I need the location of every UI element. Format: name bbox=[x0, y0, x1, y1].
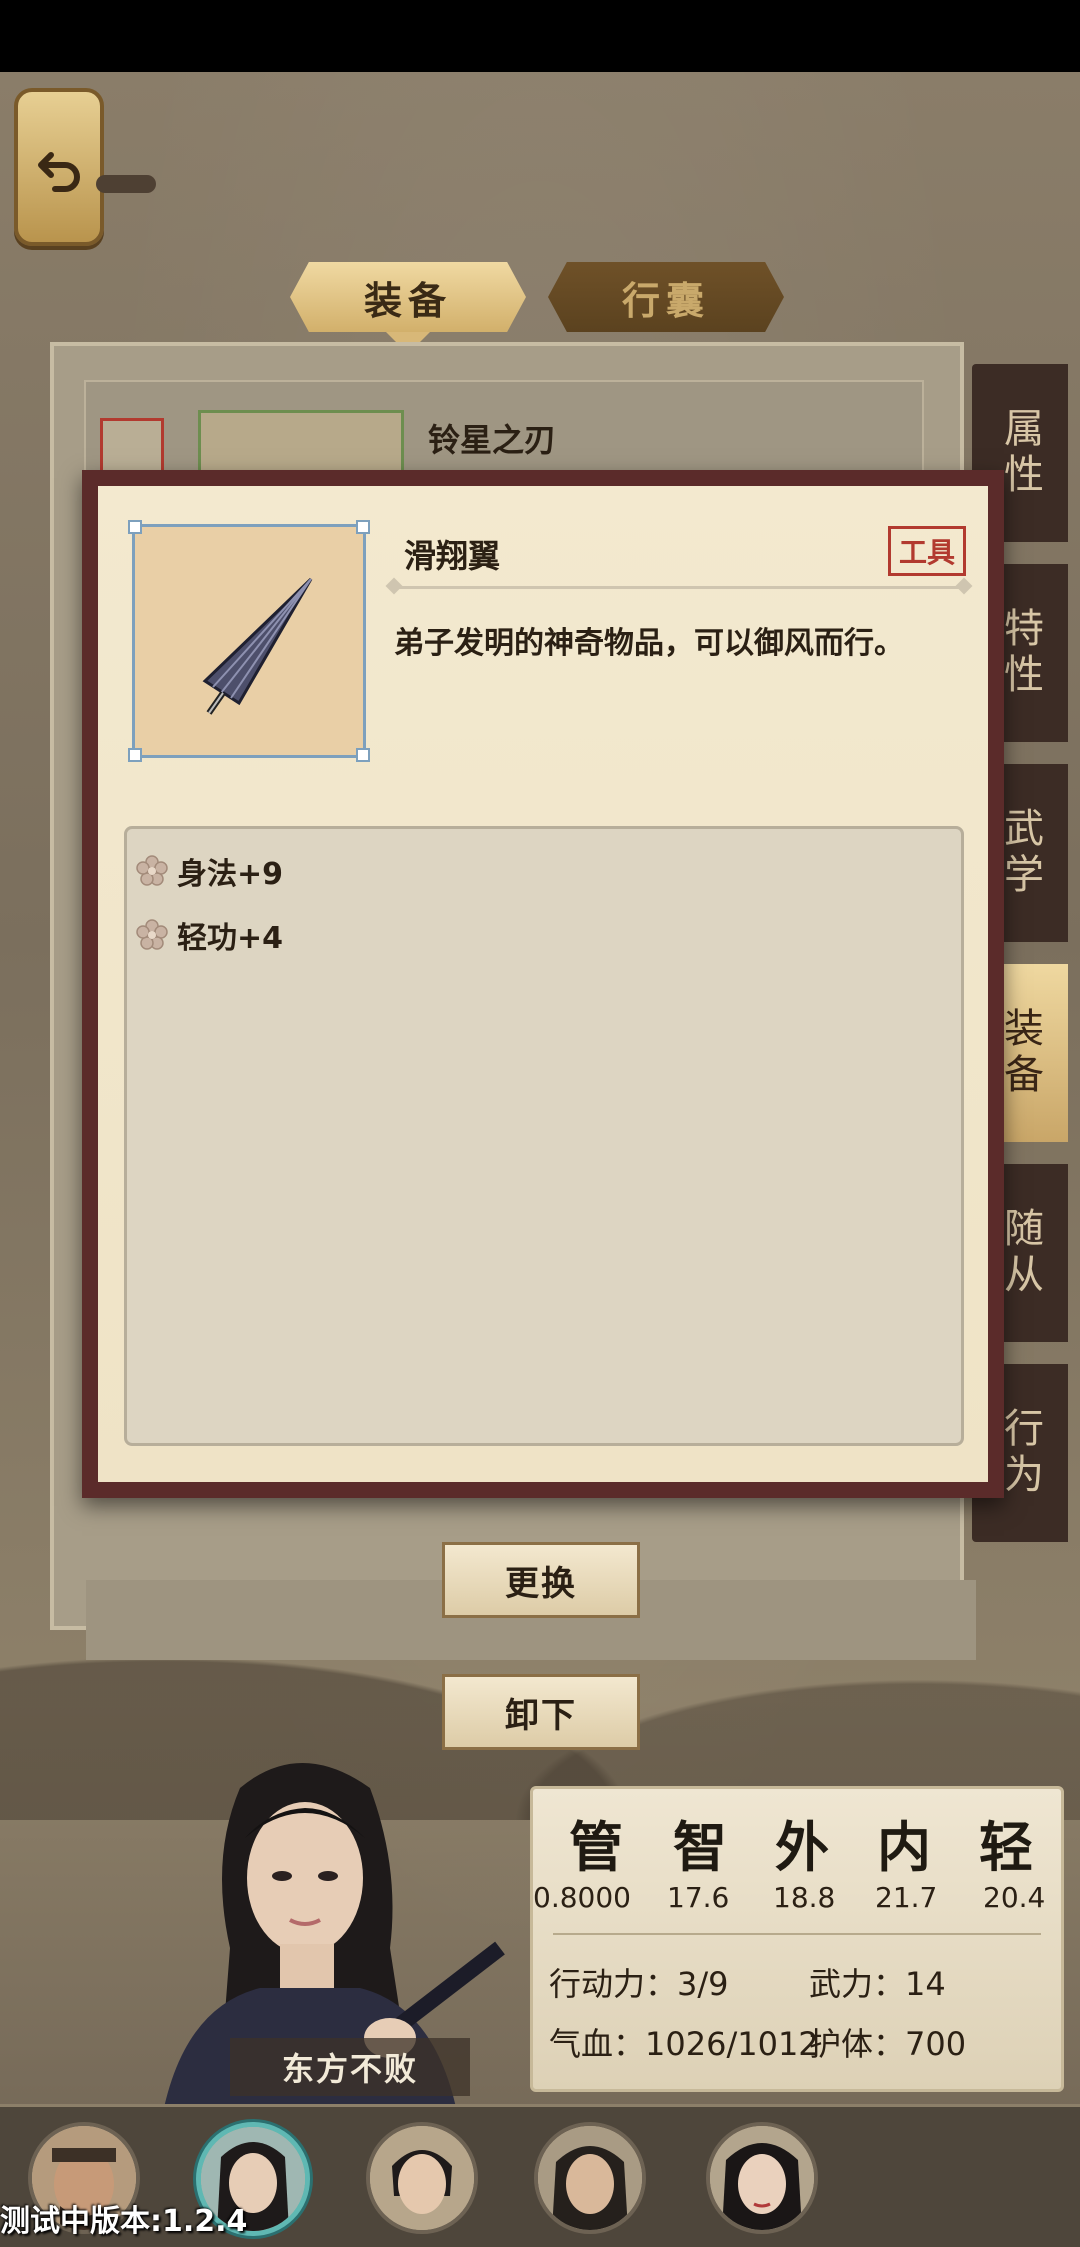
version-label: 测试中版本:1.2.4 bbox=[0, 2204, 248, 2239]
stat-value: 0.8000 bbox=[533, 1881, 631, 1914]
back-arrow-icon bbox=[38, 152, 80, 192]
back-button-bar bbox=[96, 175, 156, 193]
replace-button[interactable]: 更换 bbox=[442, 1542, 640, 1618]
equipped-item-name: 铃星之刃 bbox=[428, 421, 557, 459]
item-detail-content: 滑翔翼 工具 弟子发明的神奇物品，可以御风而行。 身法+9 轻功+4 bbox=[98, 486, 988, 1482]
stat-header: 管 bbox=[569, 1815, 623, 1879]
item-detail-popup: 滑翔翼 工具 弟子发明的神奇物品，可以御风而行。 身法+9 轻功+4 bbox=[82, 470, 1004, 1498]
item-icon-frame bbox=[128, 520, 370, 762]
character-stats-panel: 管 智 外 内 轻 0.8000 17.6 18.8 21.7 20.4 行动力… bbox=[530, 1786, 1064, 2092]
character-avatar[interactable] bbox=[706, 2122, 818, 2234]
attribute-text: 身法+9 bbox=[177, 857, 284, 892]
stat-value: 20.4 bbox=[983, 1881, 1046, 1914]
avatar-icon bbox=[370, 2126, 474, 2230]
flower-icon bbox=[136, 855, 168, 886]
hp-stat: 气血：1026/1012 bbox=[549, 2025, 819, 2063]
shield-stat: 护体：700 bbox=[809, 2025, 967, 2063]
character-avatar[interactable] bbox=[366, 2122, 478, 2234]
force-stat: 武力：14 bbox=[809, 1965, 946, 2003]
title-divider bbox=[394, 586, 964, 589]
item-title: 滑翔翼 bbox=[404, 537, 501, 575]
stat-header: 内 bbox=[877, 1815, 931, 1879]
attribute-text: 轻功+4 bbox=[177, 921, 284, 956]
stat-value: 17.6 bbox=[667, 1881, 730, 1914]
attribute-item: 轻功+4 bbox=[135, 913, 283, 957]
item-type-badge: 工具 bbox=[887, 526, 966, 576]
item-description: 弟子发明的神奇物品，可以御风而行。 bbox=[394, 626, 904, 661]
stats-divider bbox=[553, 1933, 1041, 1935]
item-attribute-list: 身法+9 轻功+4 bbox=[124, 826, 964, 1446]
flower-icon bbox=[136, 919, 168, 950]
unequip-button[interactable]: 卸下 bbox=[442, 1674, 640, 1750]
tab-bag[interactable]: 行囊 bbox=[548, 262, 784, 332]
avatar-icon bbox=[538, 2126, 642, 2230]
back-button[interactable] bbox=[14, 88, 104, 246]
character-name: 东方不败 bbox=[230, 2038, 470, 2096]
action-points: 行动力：3/9 bbox=[549, 1965, 729, 2003]
character-avatar[interactable] bbox=[534, 2122, 646, 2234]
stat-value: 18.8 bbox=[773, 1881, 836, 1914]
tab-equipment[interactable]: 装备 bbox=[290, 262, 526, 332]
avatar-icon bbox=[710, 2126, 814, 2230]
attribute-item: 身法+9 bbox=[135, 849, 283, 893]
stat-header: 外 bbox=[775, 1815, 829, 1879]
stat-value: 21.7 bbox=[875, 1881, 938, 1914]
stat-header: 智 bbox=[673, 1815, 727, 1879]
status-bar bbox=[0, 0, 1080, 72]
umbrella-glider-icon bbox=[202, 577, 313, 715]
stat-header: 轻 bbox=[979, 1815, 1033, 1879]
